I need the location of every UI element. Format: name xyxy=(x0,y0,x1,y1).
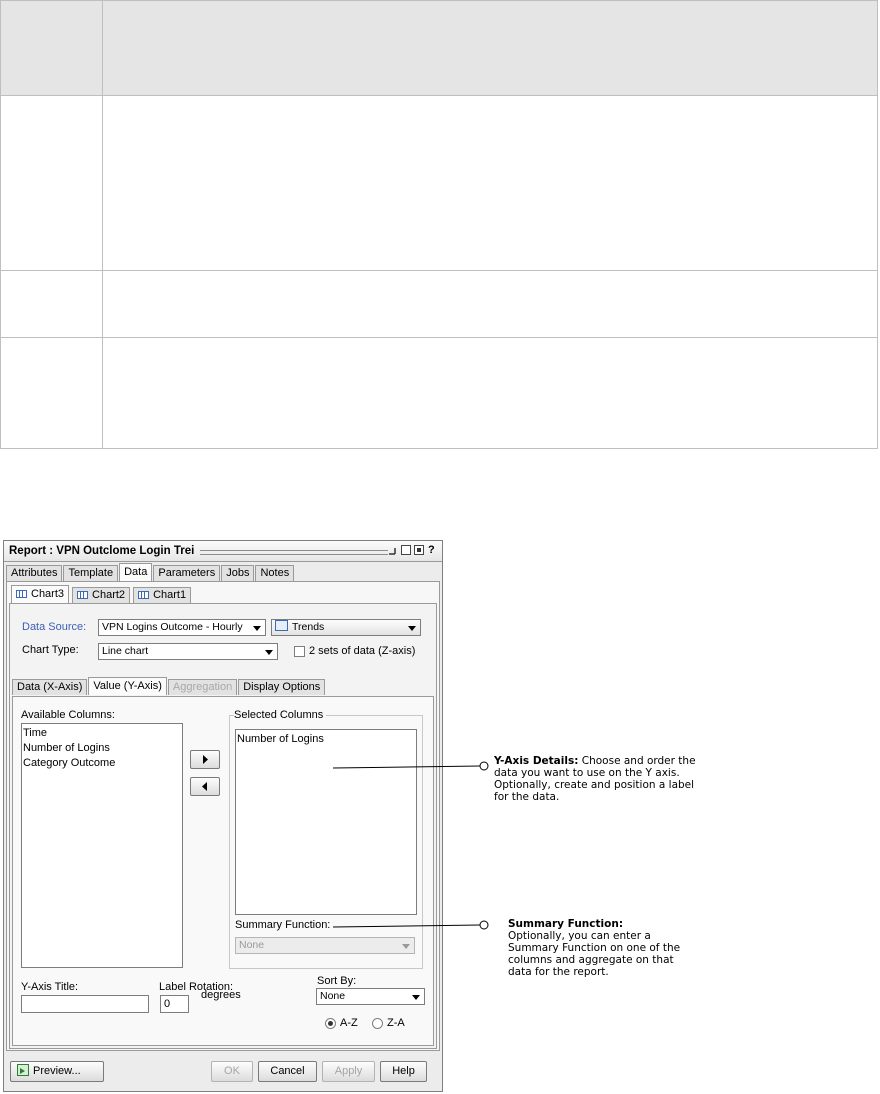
help-icon[interactable]: ? xyxy=(428,544,435,556)
data-source-select[interactable]: VPN Logins Outcome - Hourly xyxy=(98,619,266,636)
summary-function-label: Summary Function: xyxy=(235,919,331,931)
report-dialog: Report : VPN Outclome Login Trei ? Attri… xyxy=(3,540,443,1092)
ok-button: OK xyxy=(211,1061,253,1082)
sort-by-label: Sort By: xyxy=(317,975,357,987)
label-rotation-input[interactable]: 0 xyxy=(160,995,189,1013)
float-icon[interactable] xyxy=(414,545,424,555)
maximize-icon[interactable] xyxy=(401,545,411,555)
summary-annotation-title: Summary Function: xyxy=(508,918,624,930)
table-row xyxy=(1,338,877,448)
preview-label: Preview... xyxy=(33,1065,81,1077)
sort-za-radio[interactable] xyxy=(372,1018,383,1029)
tab-data-x-axis[interactable]: Data (X-Axis) xyxy=(12,679,88,695)
title-bar[interactable]: Report : VPN Outclome Login Trei ? xyxy=(4,541,442,562)
cancel-button[interactable]: Cancel xyxy=(258,1061,317,1082)
data-panel: Chart3 Chart2 Chart1 Data Source: VPN Lo… xyxy=(6,581,440,1051)
z-axis-label: 2 sets of data (Z-axis) xyxy=(309,645,416,657)
restore-icon[interactable] xyxy=(388,545,398,555)
chevron-down-icon xyxy=(412,995,420,1000)
chevron-down-icon xyxy=(402,944,410,949)
chart-panel: Data Source: VPN Logins Outcome - Hourly… xyxy=(9,603,437,1049)
tab-chart3-label: Chart3 xyxy=(31,588,65,600)
y-axis-title-label: Y-Axis Title: xyxy=(21,981,79,993)
summary-function-select: None xyxy=(235,937,415,954)
tab-display-options[interactable]: Display Options xyxy=(238,679,326,695)
summary-function-value: None xyxy=(239,939,265,951)
list-item[interactable]: Number of Logins xyxy=(237,732,415,747)
table-row xyxy=(1,96,877,271)
summary-annotation: Summary Function: Optionally, you can en… xyxy=(508,918,688,978)
y-axis-title-input[interactable] xyxy=(21,995,149,1013)
available-columns-list[interactable]: Time Number of Logins Category Outcome xyxy=(21,723,183,968)
y-axis-annotation-title: Y-Axis Details: xyxy=(494,755,579,767)
data-source-value: VPN Logins Outcome - Hourly xyxy=(102,621,243,633)
tab-jobs[interactable]: Jobs xyxy=(221,565,255,581)
chart-type-value: Line chart xyxy=(102,645,149,657)
sort-za-label: Z-A xyxy=(387,1017,405,1029)
chart-tabs: Chart3 Chart2 Chart1 xyxy=(11,585,192,604)
arrow-right-icon xyxy=(203,755,208,764)
summary-callout-marker xyxy=(479,920,489,930)
trends-value: Trends xyxy=(292,621,325,633)
arrow-left-icon xyxy=(202,782,207,791)
tab-parameters[interactable]: Parameters xyxy=(153,565,221,581)
apply-button: Apply xyxy=(322,1061,375,1082)
table-header-row xyxy=(1,1,877,96)
list-item[interactable]: Category Outcome xyxy=(23,756,181,771)
tab-notes[interactable]: Notes xyxy=(255,565,295,581)
documentation-table xyxy=(0,0,878,449)
dialog-title: Report : VPN Outclome Login Trei xyxy=(9,545,195,557)
chevron-down-icon xyxy=(408,626,416,631)
tab-template[interactable]: Template xyxy=(63,565,119,581)
available-columns-label: Available Columns: xyxy=(21,709,115,721)
tab-chart3[interactable]: Chart3 xyxy=(11,585,70,603)
add-column-button[interactable] xyxy=(190,750,220,769)
tab-chart2-label: Chart2 xyxy=(92,589,126,601)
y-axis-annotation: Y-Axis Details: Choose and order the dat… xyxy=(494,755,706,803)
tab-value-y-axis[interactable]: Value (Y-Axis) xyxy=(88,677,167,695)
list-item[interactable]: Number of Logins xyxy=(23,741,181,756)
sort-az-radio[interactable] xyxy=(325,1018,336,1029)
selected-columns-list[interactable]: Number of Logins xyxy=(235,729,417,915)
list-item[interactable]: Time xyxy=(23,726,181,741)
table-column-divider xyxy=(102,1,103,448)
trends-select[interactable]: Trends xyxy=(271,619,421,636)
sort-az-label: A-Z xyxy=(340,1017,358,1029)
selected-columns-label: Selected Columns xyxy=(234,709,327,721)
z-axis-checkbox[interactable] xyxy=(294,646,305,657)
title-grip xyxy=(200,550,388,555)
chart-icon xyxy=(138,591,150,599)
trends-icon xyxy=(275,620,288,631)
chart-icon xyxy=(16,590,27,598)
tab-data[interactable]: Data xyxy=(119,563,153,581)
tab-aggregation: Aggregation xyxy=(167,679,238,695)
tab-chart2[interactable]: Chart2 xyxy=(72,587,131,603)
degrees-label: degrees xyxy=(201,989,241,1001)
summary-annotation-text: Optionally, you can enter a Summary Func… xyxy=(508,930,681,978)
chart-type-select[interactable]: Line chart xyxy=(98,643,278,660)
tab-chart1-label: Chart1 xyxy=(153,589,187,601)
chevron-down-icon xyxy=(265,650,273,655)
table-row xyxy=(1,271,877,338)
axis-tabs: Data (X-Axis) Value (Y-Axis) Aggregation… xyxy=(12,677,326,696)
tab-chart1[interactable]: Chart1 xyxy=(133,587,192,603)
chevron-down-icon xyxy=(253,626,261,631)
main-tabs: Attributes Template Data Parameters Jobs… xyxy=(6,563,295,582)
preview-icon xyxy=(17,1064,29,1076)
remove-column-button[interactable] xyxy=(190,777,220,796)
preview-button[interactable]: Preview... xyxy=(10,1061,104,1082)
y-axis-callout-marker xyxy=(479,761,489,771)
y-axis-panel: Available Columns: Time Number of Logins… xyxy=(12,696,434,1046)
chart-type-label: Chart Type: xyxy=(22,644,79,656)
data-source-label: Data Source: xyxy=(22,621,87,633)
tab-attributes[interactable]: Attributes xyxy=(6,565,63,581)
sort-by-select[interactable]: None xyxy=(316,988,425,1005)
help-button[interactable]: Help xyxy=(380,1061,427,1082)
sort-by-value: None xyxy=(320,990,346,1002)
chart-icon xyxy=(77,591,89,599)
